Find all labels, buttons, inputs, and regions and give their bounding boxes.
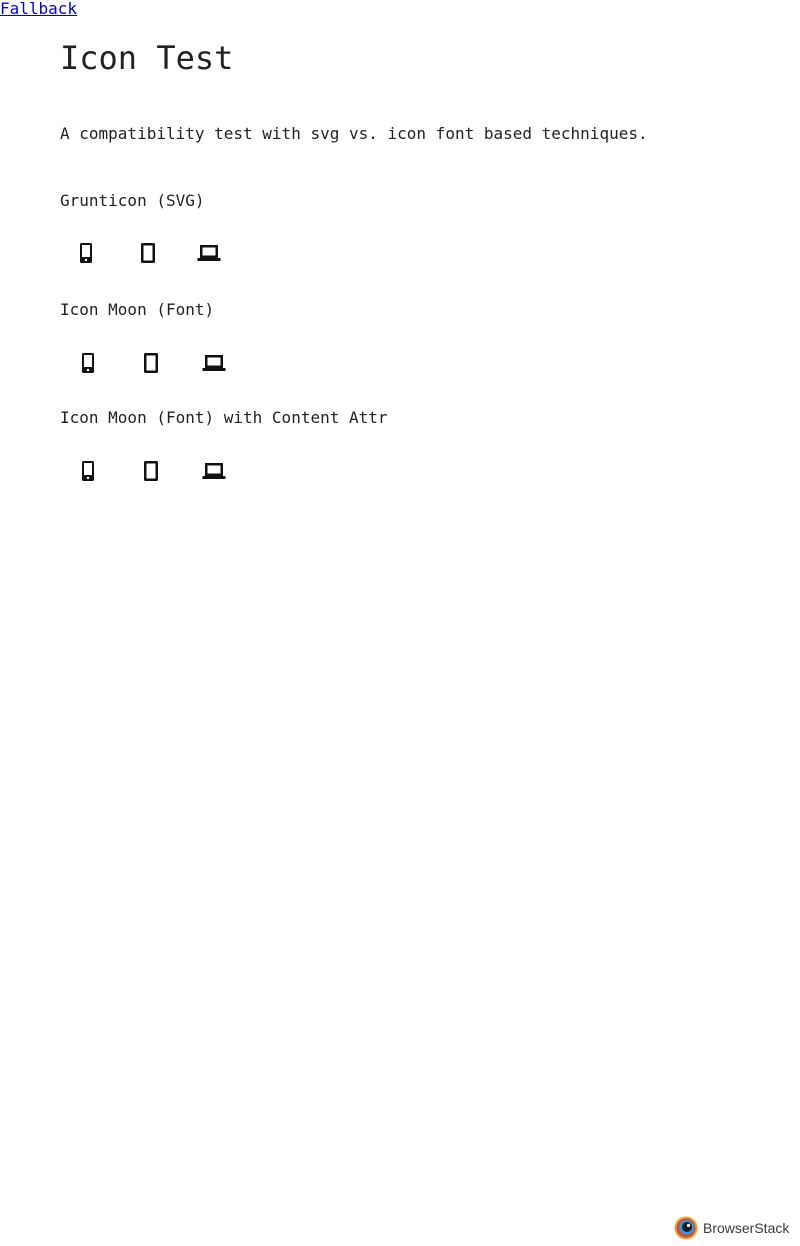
tablet-icon — [144, 353, 158, 373]
intro-text: A compatibility test with svg vs. icon f… — [60, 124, 648, 143]
laptop-icon — [197, 245, 221, 261]
section-label-icon-moon: Icon Moon (Font) — [60, 300, 215, 319]
section-label-grunticon: Grunticon (SVG) — [60, 191, 205, 210]
laptop-icon — [202, 463, 226, 479]
section-label-icon-moon-content-attr: Icon Moon (Font) with Content Attr — [60, 408, 388, 427]
browserstack-label: BrowserStack — [703, 1220, 790, 1236]
tablet-icon — [144, 461, 158, 481]
browserstack-badge: BrowserStack — [674, 1215, 789, 1241]
page-title: Icon Test — [60, 39, 234, 77]
phone-icon — [82, 353, 94, 373]
phone-icon — [82, 461, 94, 481]
fallback-link[interactable]: Fallback — [0, 0, 77, 18]
laptop-icon — [202, 355, 226, 371]
tablet-icon — [141, 243, 155, 263]
browserstack-logo-icon — [674, 1216, 698, 1240]
phone-icon — [80, 243, 92, 263]
